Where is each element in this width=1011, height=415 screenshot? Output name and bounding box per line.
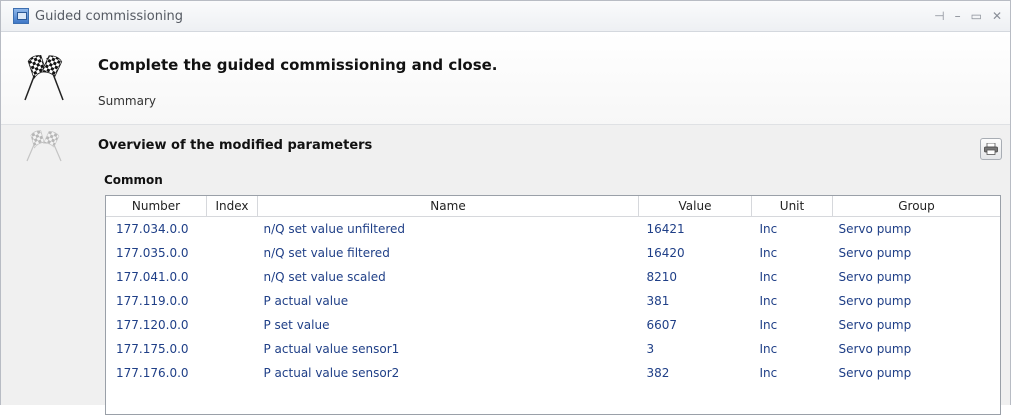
cell-name: n/Q set value scaled	[263, 270, 386, 284]
column-header-index[interactable]: Index	[206, 196, 258, 217]
column-header-number[interactable]: Number	[106, 196, 207, 217]
section-sidebar	[1, 125, 87, 405]
cell-number: 177.035.0.0	[116, 246, 189, 260]
section-heading: Overview of the modified parameters	[98, 138, 373, 153]
table-row[interactable]: 177.041.0.0 n/Q set value scaled 8210 In…	[106, 265, 1000, 289]
close-icon[interactable]: ✕	[992, 9, 1002, 23]
pin-icon[interactable]: ⊣	[934, 9, 944, 23]
print-button[interactable]	[980, 138, 1002, 160]
table-row[interactable]: 177.034.0.0 n/Q set value unfiltered 164…	[106, 217, 1000, 242]
cell-unit: Inc	[759, 366, 778, 380]
cell-name: P set value	[263, 318, 330, 332]
title-bar[interactable]: Guided commissioning ⊣ – ▭ ✕	[1, 1, 1010, 32]
table-row[interactable]: 177.035.0.0 n/Q set value filtered 16420…	[106, 241, 1000, 265]
cell-value: 16421	[646, 222, 685, 236]
cell-unit: Inc	[759, 342, 778, 356]
cell-group: Servo pump	[838, 270, 912, 284]
guided-commissioning-window: Guided commissioning ⊣ – ▭ ✕ Complete th…	[0, 0, 1011, 415]
checkered-flags-icon	[24, 54, 64, 101]
cell-index	[207, 289, 258, 313]
group-label: Common	[104, 173, 163, 187]
cell-index	[207, 217, 258, 242]
cell-number: 177.119.0.0	[116, 294, 189, 308]
maximize-icon[interactable]: ▭	[971, 9, 982, 23]
cell-group: Servo pump	[838, 222, 912, 236]
parameters-table[interactable]: Number Index Name Value Unit Group 177.0…	[105, 195, 1001, 415]
overview-section: Overview of the modified parameters Comm…	[1, 125, 1010, 415]
cell-number: 177.041.0.0	[116, 270, 189, 284]
cell-value: 16420	[646, 246, 685, 260]
cell-index	[207, 313, 258, 337]
cell-value: 3	[646, 342, 655, 356]
table-header-row: Number Index Name Value Unit Group	[106, 196, 1000, 217]
cell-unit: Inc	[759, 222, 778, 236]
cell-group: Servo pump	[838, 246, 912, 260]
page-header: Complete the guided commissioning and cl…	[1, 32, 1010, 125]
cell-group: Servo pump	[838, 366, 912, 380]
column-header-value[interactable]: Value	[638, 196, 752, 217]
cell-unit: Inc	[759, 294, 778, 308]
cell-group: Servo pump	[838, 294, 912, 308]
cell-number: 177.034.0.0	[116, 222, 189, 236]
column-header-unit[interactable]: Unit	[751, 196, 833, 217]
cell-group: Servo pump	[838, 318, 912, 332]
minimize-icon[interactable]: –	[955, 9, 961, 23]
page-heading: Complete the guided commissioning and cl…	[98, 56, 498, 74]
table-row[interactable]: 177.175.0.0 P actual value sensor1 3 Inc…	[106, 337, 1000, 361]
cell-number: 177.175.0.0	[116, 342, 189, 356]
cell-number: 177.120.0.0	[116, 318, 189, 332]
cell-number: 177.176.0.0	[116, 366, 189, 380]
cell-name: n/Q set value filtered	[263, 246, 390, 260]
cell-group: Servo pump	[838, 342, 912, 356]
cell-index	[207, 265, 258, 289]
cell-value: 382	[646, 366, 670, 380]
cell-unit: Inc	[759, 270, 778, 284]
cell-value: 6607	[646, 318, 678, 332]
cell-value: 381	[646, 294, 670, 308]
table-row[interactable]: 177.119.0.0 P actual value 381 Inc Servo…	[106, 289, 1000, 313]
table-row[interactable]: 177.176.0.0 P actual value sensor2 382 I…	[106, 361, 1000, 385]
cell-name: P actual value sensor1	[263, 342, 400, 356]
cell-index	[207, 241, 258, 265]
cell-name: n/Q set value unfiltered	[263, 222, 406, 236]
cell-unit: Inc	[759, 246, 778, 260]
cell-name: P actual value	[263, 294, 349, 308]
column-header-group[interactable]: Group	[832, 196, 1000, 217]
cell-name: P actual value sensor2	[263, 366, 400, 380]
cell-index	[207, 361, 258, 385]
print-icon	[984, 143, 998, 155]
window-controls: ⊣ – ▭ ✕	[934, 1, 1002, 31]
page-subheading: Summary	[98, 94, 156, 108]
cell-unit: Inc	[759, 318, 778, 332]
cell-value: 8210	[646, 270, 678, 284]
column-header-name[interactable]: Name	[257, 196, 639, 217]
cell-index	[207, 337, 258, 361]
window-app-icon	[13, 8, 29, 24]
checkered-flags-icon	[26, 130, 62, 162]
window-title: Guided commissioning	[35, 8, 184, 24]
table-row[interactable]: 177.120.0.0 P set value 6607 Inc Servo p…	[106, 313, 1000, 337]
